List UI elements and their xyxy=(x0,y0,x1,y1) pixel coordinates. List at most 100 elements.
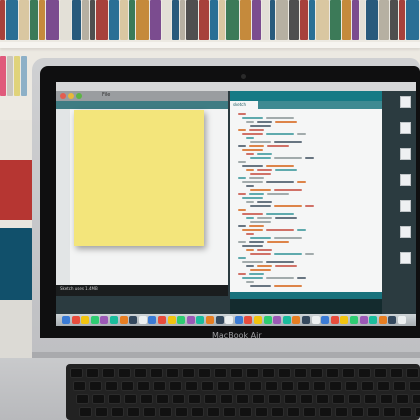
keyboard-key xyxy=(265,381,278,391)
dock-app-icon[interactable] xyxy=(302,316,310,324)
keyboard-key xyxy=(300,394,313,404)
dock-app-icon[interactable] xyxy=(388,316,397,324)
book xyxy=(6,0,18,40)
file-icon[interactable] xyxy=(400,122,411,134)
code-line xyxy=(266,277,294,279)
book xyxy=(390,0,398,40)
book xyxy=(162,0,171,40)
book xyxy=(406,0,419,40)
keyboard-key xyxy=(185,381,198,391)
dock-app-icon[interactable] xyxy=(359,316,368,324)
keyboard-key xyxy=(271,407,284,417)
dock-app-icon[interactable] xyxy=(138,316,147,324)
dock-app-icon[interactable] xyxy=(81,316,90,324)
file-icon[interactable] xyxy=(400,252,411,264)
dock-app-icon[interactable] xyxy=(71,316,80,324)
close-button[interactable] xyxy=(60,93,66,99)
book xyxy=(120,0,128,40)
file-icon[interactable] xyxy=(400,200,411,212)
book xyxy=(210,0,218,40)
book xyxy=(379,0,389,40)
zoom-button[interactable] xyxy=(76,93,82,99)
code-line xyxy=(305,205,314,207)
dock-app-icon[interactable] xyxy=(129,316,138,324)
dock-app-icon[interactable] xyxy=(398,316,406,324)
keyboard-key xyxy=(134,368,147,378)
dock-app-icon[interactable] xyxy=(196,316,205,324)
dock-app-icon[interactable] xyxy=(244,316,253,324)
book xyxy=(0,0,5,40)
lower-shelf-books xyxy=(0,56,30,96)
book xyxy=(219,0,225,40)
dock-app-icon[interactable] xyxy=(225,316,234,324)
file-icon[interactable] xyxy=(400,96,411,108)
line-gutter xyxy=(56,109,70,285)
keyboard-key xyxy=(156,394,169,404)
dock-app-icon[interactable] xyxy=(263,316,272,324)
dock-app-icon[interactable] xyxy=(330,316,339,324)
book xyxy=(309,0,315,40)
dock-app-icon[interactable] xyxy=(90,316,99,324)
keyboard-key xyxy=(329,381,342,391)
dock-app-icon[interactable] xyxy=(186,316,195,324)
book xyxy=(19,0,29,40)
dock-app-icon[interactable] xyxy=(100,316,109,324)
code-line xyxy=(250,125,271,127)
code-line xyxy=(238,145,246,147)
dock-app-icon[interactable] xyxy=(350,316,358,324)
keyboard-key xyxy=(172,394,185,404)
code-line xyxy=(257,153,272,155)
minimize-button[interactable] xyxy=(68,93,74,99)
code-line xyxy=(266,261,294,263)
book xyxy=(270,0,275,40)
window-titlebar-right[interactable] xyxy=(230,91,382,101)
dock-app-icon[interactable] xyxy=(254,316,262,324)
dock-app-icon[interactable] xyxy=(206,316,214,324)
code-line xyxy=(242,229,263,231)
dock-app-icon[interactable] xyxy=(158,316,166,324)
dock-app-icon[interactable] xyxy=(340,316,349,324)
dock-app-icon[interactable] xyxy=(167,316,176,324)
keyboard-key xyxy=(159,407,172,417)
console-text: Sketch uses 1.4MB xyxy=(60,286,98,291)
dock-app-icon[interactable] xyxy=(321,316,330,324)
file-icon[interactable] xyxy=(400,226,411,238)
keyboard-key xyxy=(310,368,323,378)
console-panel: Sketch uses 1.4MB xyxy=(56,285,228,296)
code-line xyxy=(246,121,254,123)
dock-app-icon[interactable] xyxy=(311,316,320,324)
window-titlebar[interactable]: File xyxy=(56,91,228,101)
dock-app-icon[interactable] xyxy=(378,316,387,324)
code-line xyxy=(249,241,264,243)
file-icon[interactable] xyxy=(400,148,411,160)
book xyxy=(352,0,359,40)
dock-app-icon[interactable] xyxy=(273,316,282,324)
code-line xyxy=(246,153,254,155)
dock-app-icon[interactable] xyxy=(282,316,291,324)
code-line xyxy=(257,169,272,171)
dock-app-icon[interactable] xyxy=(234,316,243,324)
book xyxy=(7,56,13,96)
dock-app-icon[interactable] xyxy=(177,316,186,324)
file-icon[interactable] xyxy=(400,174,411,186)
dock-app-icon[interactable] xyxy=(292,316,301,324)
dock-app-icon[interactable] xyxy=(119,316,128,324)
ide-window-right[interactable]: sketch xyxy=(230,91,382,295)
keyboard-key xyxy=(380,394,393,404)
keyboard-key xyxy=(89,381,102,391)
book xyxy=(262,0,269,40)
keyboard-key xyxy=(316,394,329,404)
dock-app-icon[interactable] xyxy=(369,316,378,324)
code-line xyxy=(266,213,294,215)
menu-bar[interactable] xyxy=(56,82,416,91)
keyboard-key xyxy=(140,394,153,404)
dock-app-icon[interactable] xyxy=(110,316,118,324)
dock-app-icon[interactable] xyxy=(62,316,70,324)
toolbar[interactable] xyxy=(56,101,228,109)
keyboard-key xyxy=(86,368,99,378)
dock-app-icon[interactable] xyxy=(215,316,224,324)
dock-app-icon[interactable] xyxy=(148,316,157,324)
code-line xyxy=(250,205,271,207)
code-line xyxy=(242,277,263,279)
book xyxy=(199,0,209,40)
